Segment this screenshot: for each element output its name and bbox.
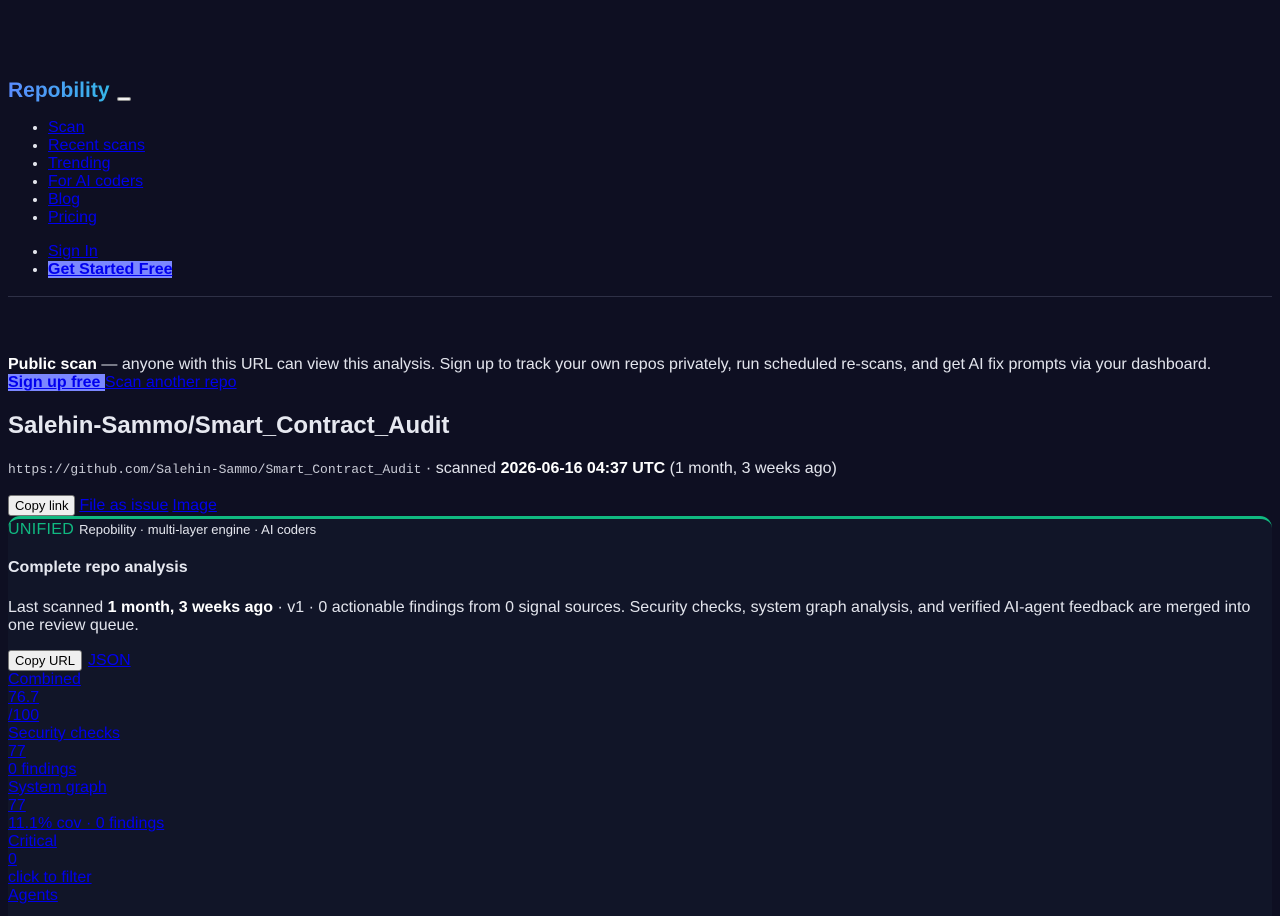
file-issue-link[interactable]: File as issue xyxy=(79,497,168,515)
scan-another-link[interactable]: Scan another repo xyxy=(105,374,237,391)
stat-security-value[interactable]: 77 xyxy=(8,743,164,761)
nav-trending-link[interactable]: Trending xyxy=(48,155,111,172)
sign-in-link[interactable]: Sign In xyxy=(48,243,98,260)
nav-pricing-link[interactable]: Pricing xyxy=(48,209,97,226)
copy-url-button[interactable]: Copy URL xyxy=(8,650,82,671)
repo-actions: Copy link File as issue Image xyxy=(8,495,217,516)
signup-button[interactable]: Sign up free xyxy=(8,374,105,391)
nav-blog-link[interactable]: Blog xyxy=(48,191,80,208)
brand-logo[interactable]: Repobility xyxy=(8,78,110,104)
stat-security-label[interactable]: Security checks xyxy=(8,725,164,743)
panel-header: UNIFIED Repobility · multi-layer engine … xyxy=(8,521,316,539)
stat-graph-label[interactable]: System graph xyxy=(8,779,164,797)
auth-nav: Sign In Get Started Free xyxy=(8,243,173,279)
notice-text: — anyone with this URL can view this ana… xyxy=(96,356,1212,373)
menu-toggle-button[interactable] xyxy=(116,97,131,101)
panel-actions: Copy URL JSON xyxy=(8,650,131,671)
stat-critical-sub[interactable]: click to filter xyxy=(8,869,164,887)
engine-label: Repobility · multi-layer engine · AI cod… xyxy=(79,522,317,537)
get-started-button[interactable]: Get Started Free xyxy=(48,261,173,278)
unified-badge: UNIFIED xyxy=(8,521,75,538)
header-brand-row: Repobility xyxy=(8,78,131,104)
public-scan-notice: Public scan — anyone with this URL can v… xyxy=(8,356,1272,392)
stat-critical-label[interactable]: Critical xyxy=(8,833,164,851)
image-link[interactable]: Image xyxy=(172,497,216,515)
nav-ai-coders-link[interactable]: For AI coders xyxy=(48,173,143,190)
stat-graph-sub[interactable]: 11.1% cov · 0 findings xyxy=(8,815,164,833)
nav-recent-scans-link[interactable]: Recent scans xyxy=(48,137,145,154)
scanned-timestamp: 2026-06-16 04:37 UTC xyxy=(500,460,666,477)
analysis-panel: UNIFIED Repobility · multi-layer engine … xyxy=(8,516,1272,916)
stat-graph-value[interactable]: 77 xyxy=(8,797,164,815)
page-title: Salehin-Sammo/Smart_Contract_Audit xyxy=(8,412,450,439)
repo-url: https://github.com/Salehin-Sammo/Smart_C… xyxy=(8,462,422,477)
panel-title: Complete repo analysis xyxy=(8,559,188,576)
copy-link-button[interactable]: Copy link xyxy=(8,495,76,516)
stats-list: Combined 76.7 /100 Security checks 77 0 … xyxy=(8,671,164,905)
stat-security-sub[interactable]: 0 findings xyxy=(8,761,164,779)
stat-critical-value[interactable]: 0 xyxy=(8,851,164,869)
stat-combined-value[interactable]: 76.7 xyxy=(8,689,164,707)
scanned-ago: (1 month, 3 weeks ago) xyxy=(665,460,837,477)
panel-description: Last scanned 1 month, 3 weeks ago · v1 ·… xyxy=(8,599,1258,635)
stat-agents-label[interactable]: Agents xyxy=(8,887,164,905)
notice-bold: Public scan xyxy=(8,356,97,373)
stat-combined-sub[interactable]: /100 xyxy=(8,707,164,725)
stat-combined-label[interactable]: Combined xyxy=(8,671,164,689)
json-link[interactable]: JSON xyxy=(88,652,131,670)
desc-when: 1 month, 3 weeks ago xyxy=(107,599,274,616)
nav-scan-link[interactable]: Scan xyxy=(48,119,84,136)
header-divider xyxy=(8,296,1272,297)
main-nav: Scan Recent scans Trending For AI coders… xyxy=(8,119,145,227)
scanned-prefix: · scanned xyxy=(421,460,501,477)
repo-meta: https://github.com/Salehin-Sammo/Smart_C… xyxy=(8,460,837,479)
desc-prefix: Last scanned xyxy=(8,599,108,616)
